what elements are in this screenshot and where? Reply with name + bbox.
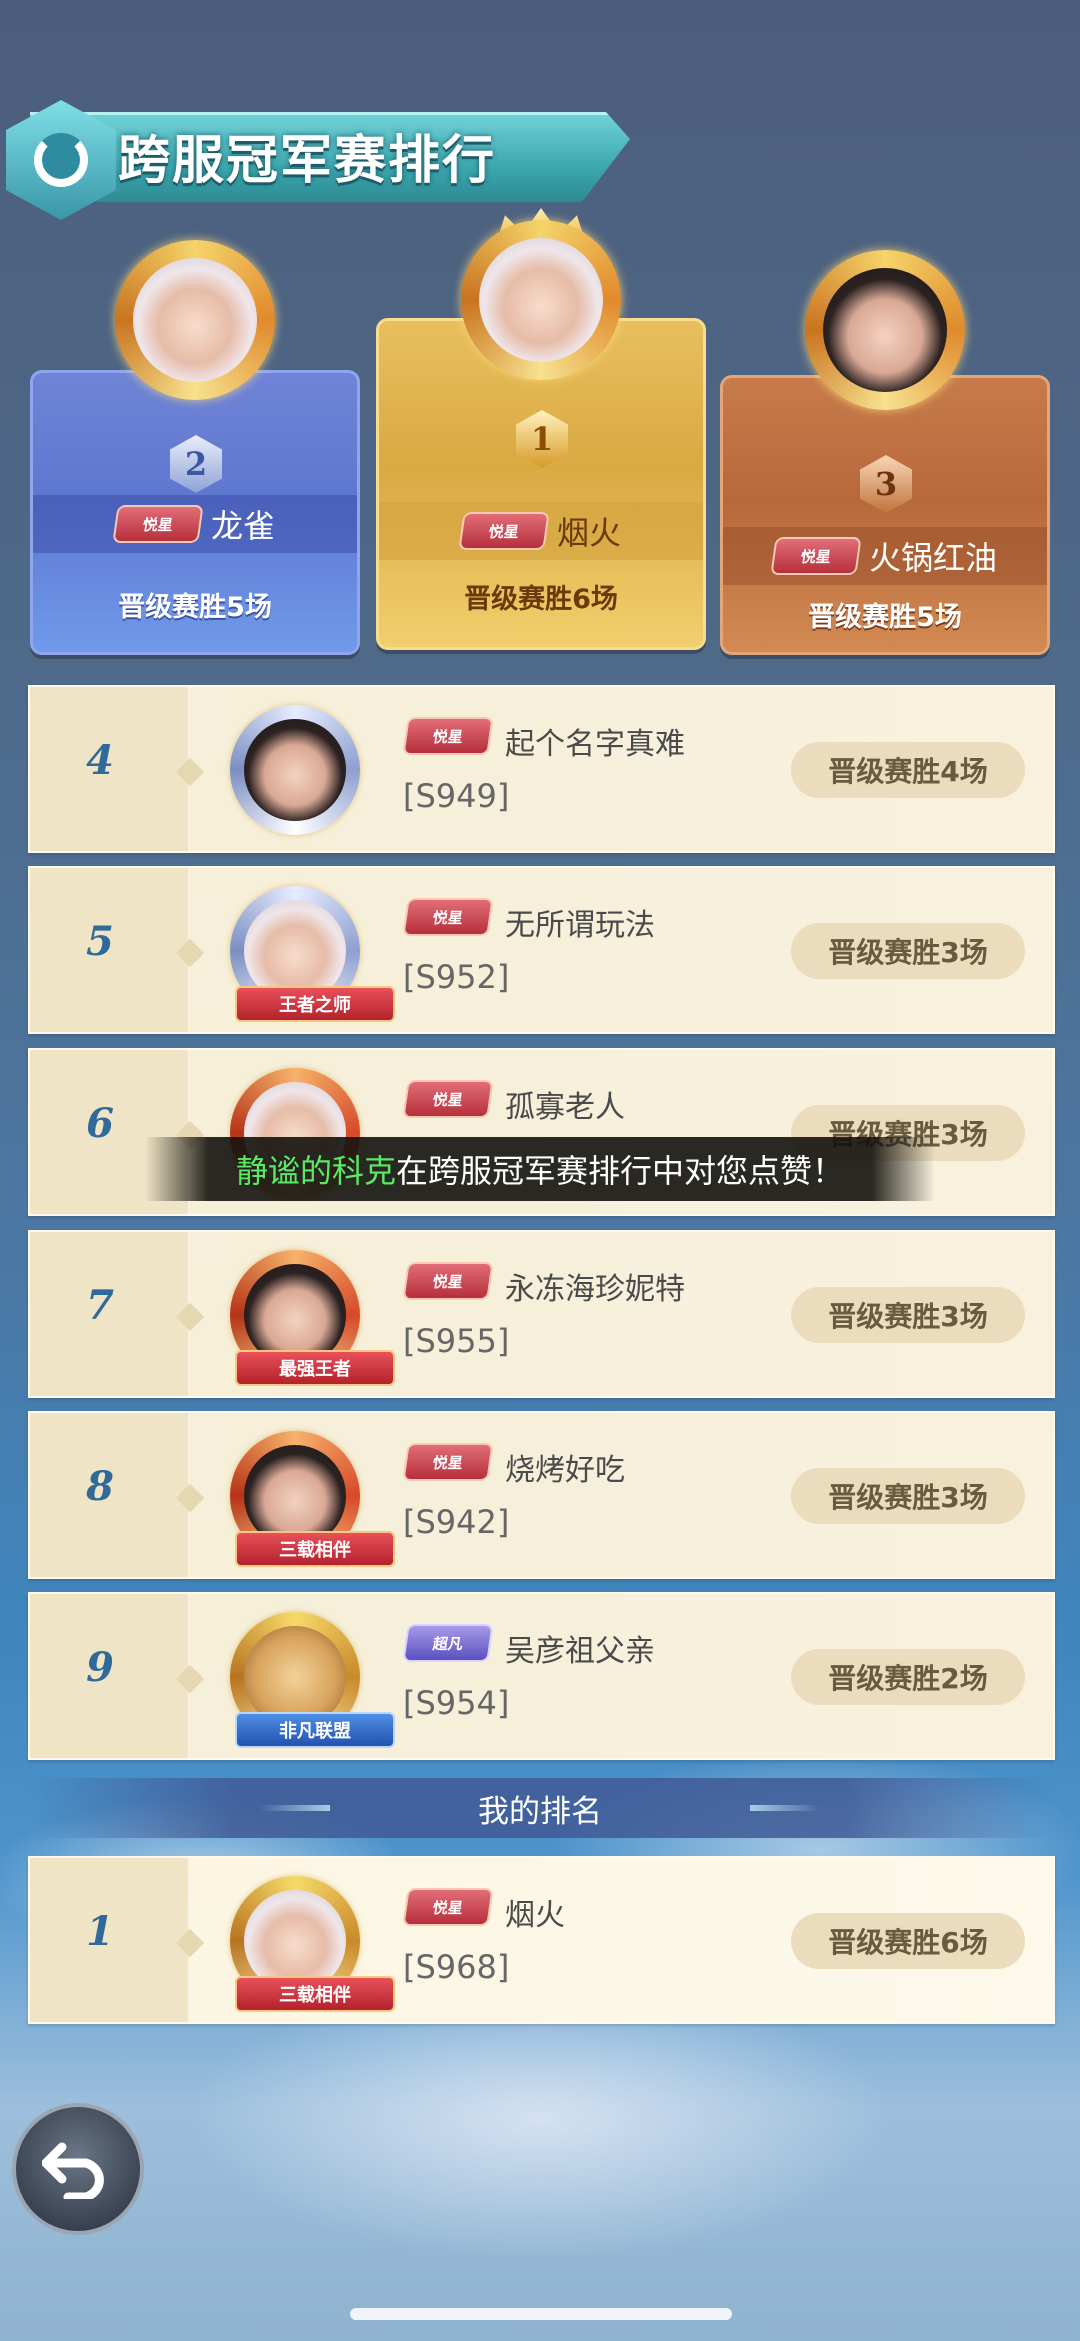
rank-badge: 悦星 [402,717,494,755]
server-id: [S952] [403,958,510,996]
player-name: 烟火 [556,514,621,552]
my-rank-row[interactable]: 1 三载相伴 悦星 烟火 [S968] 晋级赛胜6场 [28,1856,1055,2024]
rank-badge: 悦星 [402,1443,494,1481]
player-name: 孤寡老人 [505,1090,625,1125]
rank-badge: 悦星 [402,1888,494,1926]
table-row[interactable]: 4 悦星 起个名字真难 [S949] 晋级赛胜4场 [28,685,1055,853]
player-name: 火锅红油 [868,539,997,577]
table-row[interactable]: 5 王者之师 悦星 无所谓玩法 [S952] 晋级赛胜3场 [28,866,1055,1034]
wins-label: 晋级赛胜5场 [808,602,962,633]
title-tag: 最强王者 [235,1350,395,1386]
avatar[interactable] [805,250,965,410]
server-id: [S949] [403,777,510,815]
server-id: [S954] [403,1684,510,1722]
table-row[interactable]: 7 最强王者 悦星 永冻海珍妮特 [S955] 晋级赛胜3场 [28,1230,1055,1398]
rank-number: 6 [86,1100,114,1147]
rank-number: 4 [86,737,114,784]
back-button[interactable] [12,2103,144,2235]
name-strip: 悦星 烟火 [379,502,703,560]
player-name: 永冻海珍妮特 [505,1272,685,1307]
toast-player-name: 静谧的科克 [235,1152,396,1190]
rank-badge: 悦星 [402,1080,494,1118]
home-indicator[interactable] [350,2308,732,2320]
name-strip: 悦星 龙雀 [33,495,357,553]
server-id: [S955] [403,1322,510,1360]
my-rank-label: 我的排名 [478,1793,602,1830]
rank-number: 5 [86,918,114,965]
player-name: 龙雀 [210,507,275,545]
name-strip: 悦星 火锅红油 [723,527,1047,585]
divider-ornament [260,1805,330,1811]
rank-number: 7 [86,1282,114,1329]
toast-message: 在跨服冠军赛排行中对您点赞！ [396,1152,845,1190]
server-id: [S968] [403,1948,510,1986]
title-tag: 王者之师 [235,986,395,1022]
rank-badge: 悦星 [458,512,550,550]
rank-badge: 超凡 [402,1624,494,1662]
rank-badge: 悦星 [112,505,204,543]
wins-pill: 晋级赛胜3场 [791,1287,1025,1343]
wins-pill: 晋级赛胜3场 [791,923,1025,979]
player-name: 无所谓玩法 [505,908,655,943]
like-notification-toast: 静谧的科克 在跨服冠军赛排行中对您点赞！ [145,1137,935,1201]
undo-arrow-icon [42,2142,104,2199]
title-tag: 三载相伴 [235,1531,395,1567]
rank-number: 8 [86,1463,114,1510]
podium-rank-3[interactable]: 3 悦星 火锅红油 晋级赛胜5场 [720,250,1050,655]
rank-badge: 悦星 [402,1262,494,1300]
avatar[interactable] [230,705,360,835]
player-name: 起个名字真难 [505,727,685,762]
page-title: 跨服冠军赛排行 [118,131,497,191]
avatar[interactable] [115,240,275,400]
wins-pill: 晋级赛胜6场 [791,1913,1025,1969]
player-name: 烧烤好吃 [505,1453,625,1488]
podium-rank-1[interactable]: 1 悦星 烟火 晋级赛胜6场 [376,208,706,650]
rank-number: 9 [86,1644,114,1691]
wins-pill: 晋级赛胜2场 [791,1649,1025,1705]
rank-badge: 悦星 [770,537,862,575]
wins-pill: 晋级赛胜4场 [791,742,1025,798]
wins-label: 晋级赛胜5场 [118,592,272,623]
podium-rank-2[interactable]: 2 悦星 龙雀 晋级赛胜5场 [30,240,360,655]
server-id: [S942] [403,1503,510,1541]
table-row[interactable]: 9 非凡联盟 超凡 吴彦祖父亲 [S954] 晋级赛胜2场 [28,1592,1055,1760]
player-name: 吴彦祖父亲 [505,1634,655,1669]
title-tag: 三载相伴 [235,1976,395,2012]
player-name: 烟火 [505,1898,565,1933]
avatar[interactable] [461,220,621,380]
divider-ornament [750,1805,820,1811]
wins-label: 晋级赛胜6场 [464,584,618,615]
rank-badge: 悦星 [402,898,494,936]
wins-pill: 晋级赛胜3场 [791,1468,1025,1524]
my-rank-header: 我的排名 [30,1778,1050,1838]
rank-number: 1 [86,1908,114,1955]
table-row[interactable]: 8 三载相伴 悦星 烧烤好吃 [S942] 晋级赛胜3场 [28,1411,1055,1579]
title-tag: 非凡联盟 [235,1712,395,1748]
